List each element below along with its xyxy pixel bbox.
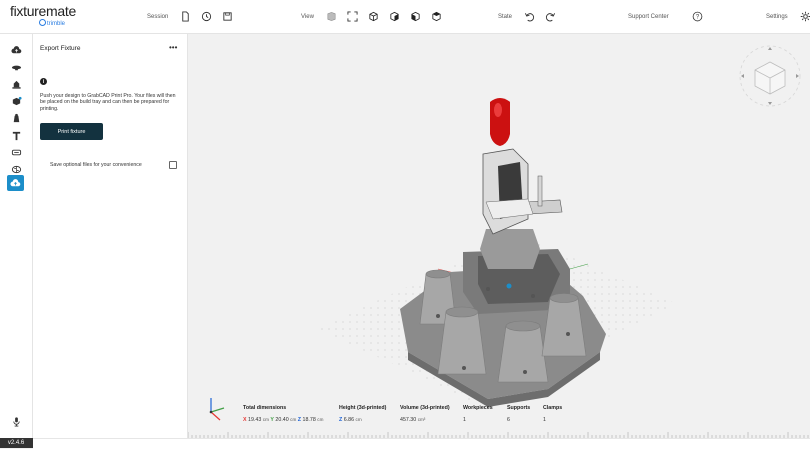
state-group: State — [498, 0, 557, 33]
clamps-header: Clamps — [543, 405, 562, 411]
clamp-icon[interactable] — [8, 128, 24, 142]
features-icon[interactable] — [8, 94, 24, 108]
more-options-icon[interactable]: ••• — [169, 43, 177, 52]
settings-group: Settings — [766, 0, 810, 33]
logo-text: fixturemate — [10, 3, 76, 19]
print-fixture-button[interactable]: Print fixture — [40, 123, 103, 140]
trimble-icon — [39, 19, 46, 26]
undo-icon[interactable] — [523, 10, 536, 23]
save-optional-files-label: Save optional files for your convenience — [50, 162, 142, 168]
view-label: View — [301, 14, 314, 20]
support-label[interactable]: Support Center — [628, 14, 669, 20]
handle-highlight — [494, 103, 502, 117]
view-perspective-icon[interactable] — [325, 10, 338, 23]
supports-icon[interactable] — [8, 111, 24, 125]
workpieces-value: 1 — [463, 417, 493, 423]
baseplate-icon[interactable] — [8, 60, 24, 74]
settings-label[interactable]: Settings — [766, 14, 788, 20]
support-group: Support Center ? — [628, 0, 704, 33]
version-label: v2.4.6 — [0, 438, 32, 448]
fit-view-icon[interactable] — [346, 10, 359, 23]
stat-total-dimensions: Total dimensions X 19.43 cm Y 20.40 cm Z… — [243, 405, 323, 423]
logo: fixturemate trimble — [10, 3, 76, 19]
state-label: State — [498, 14, 512, 20]
history-icon[interactable] — [200, 10, 213, 23]
height-value: Z 6.86 cm — [339, 417, 386, 423]
help-icon[interactable]: ? — [691, 10, 704, 23]
workpiece-icon[interactable] — [8, 77, 24, 91]
origin-marker — [507, 284, 512, 289]
export-panel: Export Fixture ••• i Push your design to… — [33, 34, 188, 438]
stat-height: Height (3d-printed) Z 6.86 cm — [339, 405, 386, 423]
total-dimensions-header: Total dimensions — [243, 405, 323, 411]
cloud-upload-icon[interactable] — [8, 43, 24, 57]
clamps-value: 1 — [543, 417, 562, 423]
riser-block — [480, 229, 540, 269]
supports-value: 6 — [507, 417, 530, 423]
session-label: Session — [147, 14, 168, 20]
stat-clamps: Clamps 1 — [543, 405, 562, 423]
logo-brand-text: trimble — [47, 21, 65, 27]
view-cube[interactable] — [740, 46, 800, 106]
axis-gizmo — [210, 398, 224, 420]
volume-value: 457.30 cm³ — [400, 417, 450, 423]
brain-icon[interactable] — [8, 162, 24, 176]
logo-brand: trimble — [39, 19, 65, 27]
stat-workpieces: Workpieces 1 — [463, 405, 493, 423]
tool-sidebar — [0, 34, 33, 438]
save-optional-files-row[interactable]: Save optional files for your convenience — [50, 160, 177, 170]
save-optional-files-checkbox[interactable] — [169, 161, 177, 169]
panel-title: Export Fixture — [40, 45, 80, 52]
session-group: Session — [147, 0, 234, 33]
stat-supports: Supports 6 — [507, 405, 530, 423]
panel-description: Push your design to GrabCAD Print Pro. Y… — [40, 93, 182, 112]
volume-header: Volume (3d-printed) — [400, 405, 450, 411]
save-icon[interactable] — [221, 10, 234, 23]
view-top-icon[interactable] — [430, 10, 443, 23]
redo-icon[interactable] — [544, 10, 557, 23]
stat-volume: Volume (3d-printed) 457.30 cm³ — [400, 405, 450, 423]
bottom-strip — [33, 438, 810, 449]
view-side-icon[interactable] — [388, 10, 401, 23]
svg-text:?: ? — [696, 15, 700, 21]
3d-viewport[interactable] — [188, 34, 810, 438]
total-dimensions-value: X 19.43 cm Y 20.40 cm Z 18.78 cm — [243, 417, 323, 423]
view-iso-icon[interactable] — [409, 10, 422, 23]
view-group: View — [301, 0, 443, 33]
export-icon[interactable] — [7, 175, 24, 191]
new-file-icon[interactable] — [179, 10, 192, 23]
clamp-spindle — [538, 176, 542, 206]
label-icon[interactable] — [8, 145, 24, 159]
workpieces-header: Workpieces — [463, 405, 493, 411]
microphone-icon[interactable] — [8, 414, 24, 428]
info-icon: i — [40, 78, 47, 85]
supports-header: Supports — [507, 405, 530, 411]
gear-icon[interactable] — [799, 10, 810, 23]
view-front-icon[interactable] — [367, 10, 380, 23]
height-header: Height (3d-printed) — [339, 405, 386, 411]
top-bar: fixturemate trimble Session View State S… — [0, 0, 810, 34]
fixture-model[interactable] — [188, 34, 810, 438]
